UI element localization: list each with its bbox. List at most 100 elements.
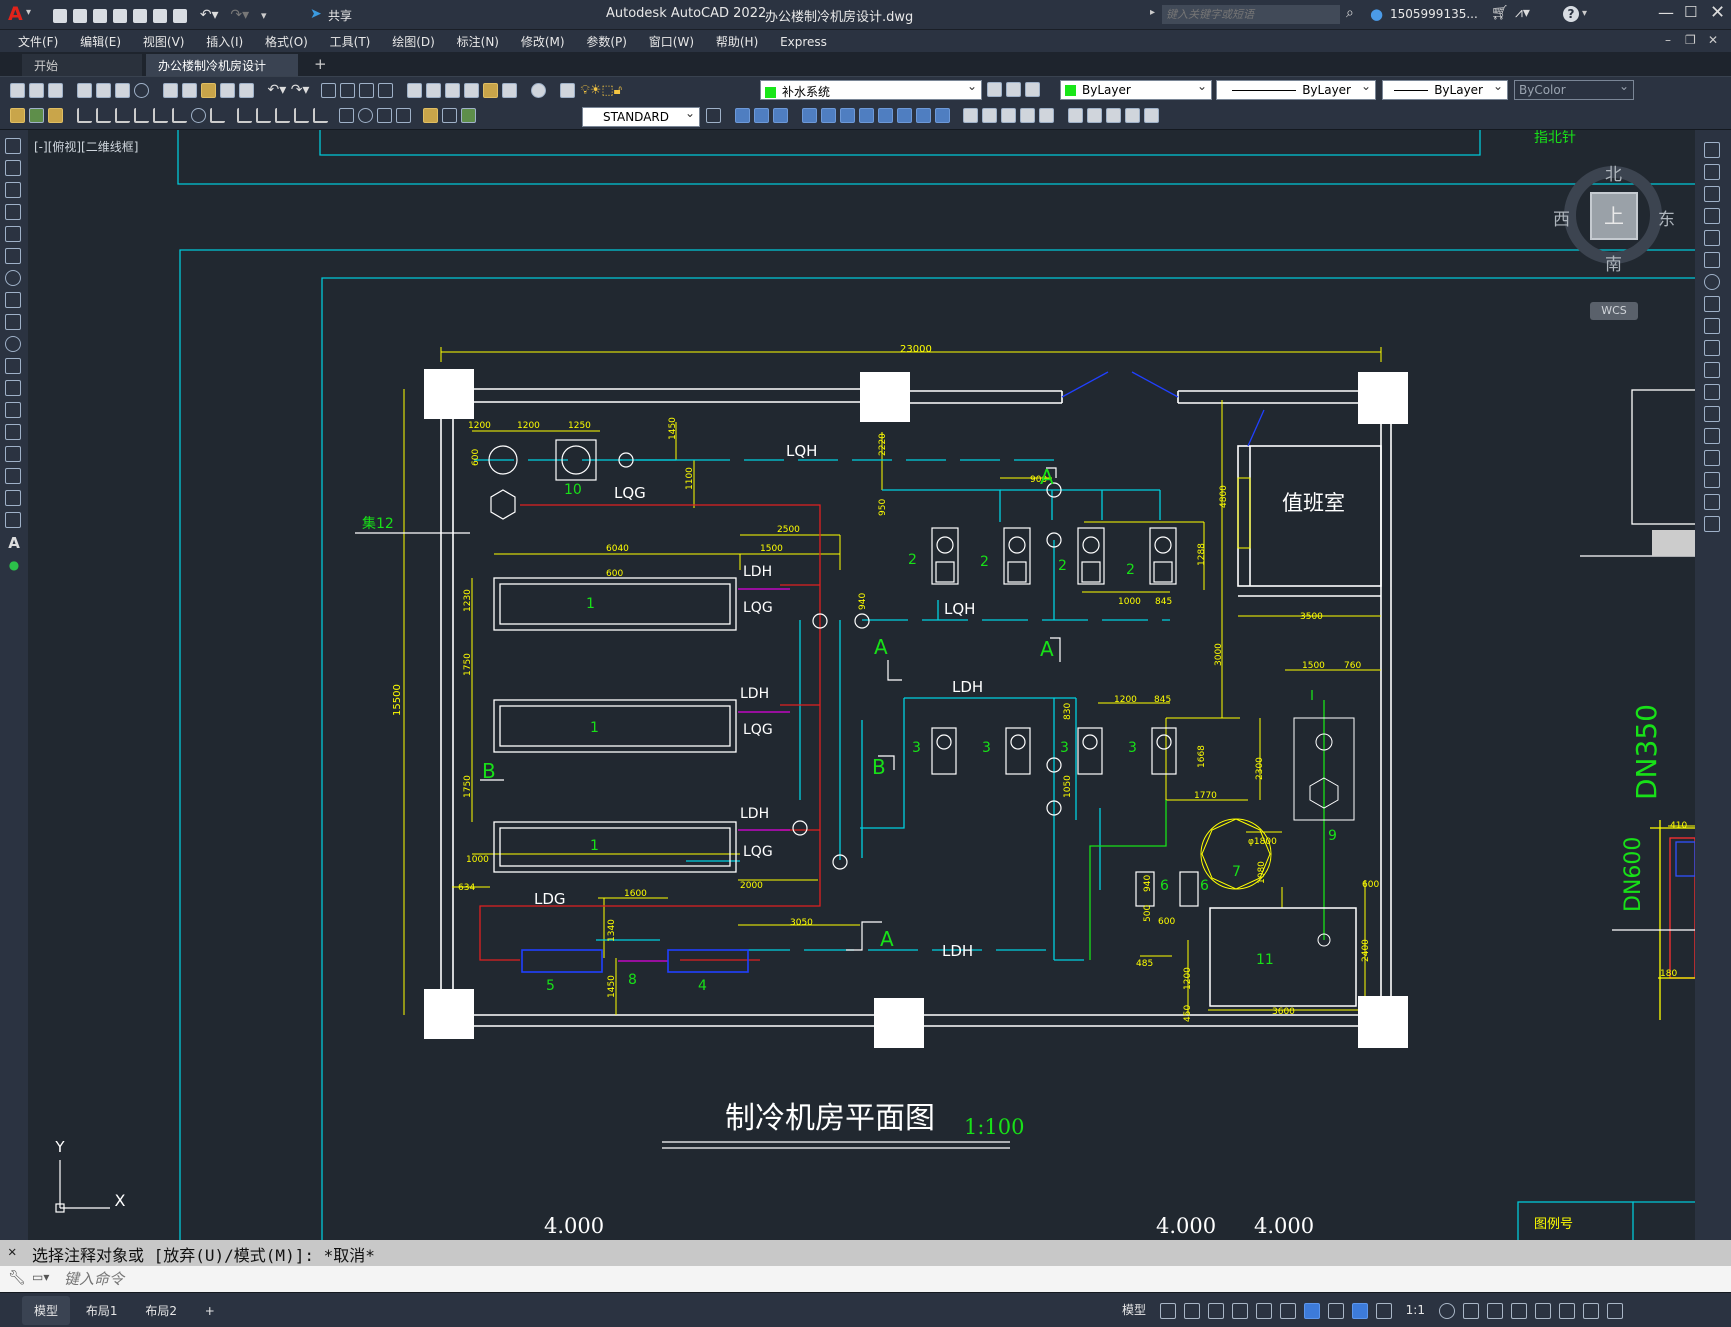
command-input[interactable] (64, 1269, 1714, 1289)
layer-tools-icons[interactable] (985, 82, 1042, 97)
menu-window[interactable]: 窗口(W) (649, 30, 694, 53)
copy-icon[interactable] (181, 83, 197, 98)
menu-draw[interactable]: 绘图(D) (392, 30, 435, 53)
isolate-icon[interactable] (1534, 1302, 1551, 1319)
doc-close-icon[interactable]: ✕ (1708, 30, 1718, 50)
minimize-icon[interactable]: — (1658, 3, 1674, 22)
units-icon[interactable] (1486, 1302, 1503, 1319)
table-icon[interactable] (5, 512, 21, 528)
help-button[interactable]: ? (1563, 6, 1579, 22)
add-selected-icon[interactable]: ● (5, 558, 23, 572)
menu-parametric[interactable]: 参数(P) (586, 30, 627, 53)
3dprint-icon[interactable] (133, 83, 149, 98)
draworder-icon[interactable] (1068, 108, 1084, 123)
doc-restore-icon[interactable]: ❐ (1685, 30, 1696, 50)
explode-icon[interactable] (1039, 108, 1055, 123)
polyline-icon[interactable] (5, 182, 21, 198)
wcs-menu[interactable]: WCS (1590, 302, 1638, 320)
paste-icon[interactable] (200, 83, 216, 98)
lineweight-icon[interactable] (1327, 1302, 1344, 1319)
r-offset-icon[interactable] (1704, 208, 1720, 224)
annotation-scale[interactable]: 1:1 (1406, 1303, 1425, 1317)
lineweight-dropdown[interactable]: ByLayer (1382, 79, 1508, 100)
zoom-realtime-icon[interactable] (340, 83, 356, 98)
search-input[interactable] (1162, 5, 1340, 24)
make-block-icon[interactable] (5, 402, 21, 418)
jog-line-icon[interactable] (396, 108, 412, 123)
layout-tab-1[interactable]: 布局1 (74, 1296, 130, 1325)
hatch-icon[interactable] (5, 446, 21, 462)
ellipse-icon[interactable] (5, 336, 21, 352)
new-file-icon[interactable] (53, 8, 67, 23)
mirror-icon[interactable] (772, 108, 788, 123)
save-tool-icon[interactable] (48, 83, 63, 98)
polar-icon[interactable] (1231, 1302, 1248, 1319)
r-array-icon[interactable] (1704, 230, 1720, 246)
center-mark-icon[interactable] (358, 108, 374, 123)
join-icon[interactable] (982, 108, 998, 123)
clean-screen-icon[interactable] (1582, 1302, 1599, 1319)
linetype-dropdown[interactable]: ByLayer (1216, 79, 1376, 100)
insert-block-icon[interactable] (5, 380, 21, 396)
publish-icon[interactable] (114, 83, 130, 98)
annotation-monitor-icon[interactable] (1462, 1302, 1479, 1319)
markup-icon[interactable] (483, 83, 499, 98)
dim-edit-icon[interactable] (423, 108, 439, 123)
dim-text-edit-icon[interactable] (442, 108, 458, 123)
grid-icon[interactable] (1159, 1302, 1176, 1319)
tool-b-icon[interactable] (29, 108, 44, 123)
dim-linear-icon[interactable] (76, 108, 92, 123)
search-expand-icon[interactable]: ▸ (1150, 7, 1155, 18)
dim-diameter-icon[interactable] (190, 108, 206, 123)
dim-aligned-icon[interactable] (95, 108, 111, 123)
ellipse-arc-icon[interactable] (5, 358, 21, 374)
menu-edit[interactable]: 编辑(E) (80, 30, 121, 53)
layer-state-icons[interactable]: 💡︎☀︎⬚🔓︎ (581, 83, 622, 98)
maximize-icon[interactable]: ☐ (1684, 3, 1697, 21)
model-space-button[interactable]: 模型 (1122, 1303, 1146, 1317)
r-fillet-icon[interactable] (1704, 472, 1720, 488)
hatch-back-icon[interactable] (1144, 108, 1160, 123)
menu-file[interactable]: 文件(F) (18, 30, 58, 53)
mtext-icon[interactable]: A (5, 534, 23, 552)
inspect-icon[interactable] (377, 108, 393, 123)
compass-south[interactable]: 南 (1605, 250, 1622, 275)
chamfer-icon[interactable] (1001, 108, 1017, 123)
rotate-icon[interactable] (858, 108, 874, 123)
tab-active-drawing[interactable]: 办公楼制冷机房设计*× (146, 54, 298, 88)
viewcube[interactable]: 上 北 南 西 东 (1553, 160, 1675, 275)
user-icon[interactable]: ● (1370, 5, 1383, 23)
cut-icon[interactable] (162, 83, 178, 98)
layout-tab-2[interactable]: 布局2 (133, 1296, 189, 1325)
quickcalc-icon[interactable] (502, 83, 518, 98)
help-chevron-icon[interactable]: ▾ (1582, 8, 1587, 19)
line-icon[interactable] (5, 138, 21, 154)
snap-icon[interactable] (1183, 1302, 1200, 1319)
trim-icon[interactable] (915, 108, 931, 123)
dim-angular-icon[interactable] (209, 108, 225, 123)
rectangle-icon[interactable] (5, 226, 21, 242)
r-blend-icon[interactable] (1704, 494, 1720, 510)
open-web-icon[interactable] (133, 8, 147, 23)
move-icon[interactable] (839, 108, 855, 123)
copy-obj-icon[interactable] (753, 108, 769, 123)
r-rotate-icon[interactable] (1704, 274, 1720, 290)
r-break-point-icon[interactable] (1704, 384, 1720, 400)
designcenter-icon[interactable] (426, 83, 442, 98)
tool-c-icon[interactable] (48, 108, 63, 123)
command-close-icon[interactable]: ✕ (8, 1244, 16, 1260)
offset-icon[interactable] (801, 108, 817, 123)
break-icon[interactable] (963, 108, 979, 123)
viewcube-top-face[interactable]: 上 (1590, 192, 1638, 240)
open-file-icon[interactable] (73, 8, 87, 23)
polygon-icon[interactable] (5, 204, 21, 220)
workspace-gear-icon[interactable] (1438, 1302, 1455, 1319)
r-move-icon[interactable] (1704, 252, 1720, 268)
app-menu-chevron-icon[interactable]: ▾ (26, 7, 31, 18)
pan-icon[interactable] (321, 83, 337, 98)
osnap-icon[interactable] (1303, 1302, 1320, 1319)
tolerance-icon[interactable] (339, 108, 355, 123)
share-icon[interactable]: ➤ (310, 6, 322, 22)
arc-icon[interactable] (5, 248, 21, 264)
r-scale-icon[interactable] (1704, 296, 1720, 312)
